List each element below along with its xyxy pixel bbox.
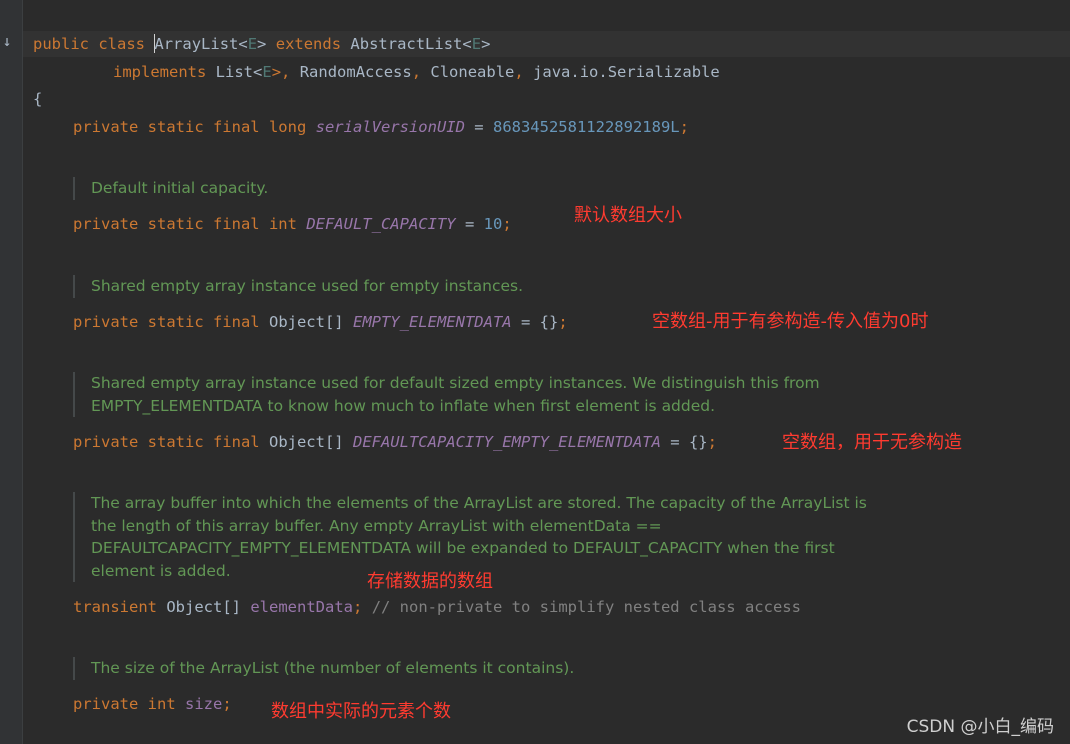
field-modifiers: private static final long — [73, 118, 307, 136]
comma: , — [411, 63, 422, 81]
javadoc-line: The size of the ArrayList (the number of… — [91, 659, 575, 677]
initializer: {} — [688, 433, 708, 451]
annotation-empty-elementdata: 空数组-用于有参构造-传入值为0时 — [652, 311, 929, 332]
javadoc-line: Shared empty array instance used for emp… — [91, 277, 524, 295]
annotation-default-capacity: 默认数组大小 — [574, 205, 682, 226]
field-modifier-transient: transient — [73, 598, 157, 616]
empty-elementdata-line[interactable]: private static final Object[] EMPTY_ELEM… — [73, 310, 568, 334]
interface-list: List — [215, 63, 253, 81]
annotation-defaultcapacity-empty: 空数组，用于无参构造 — [782, 432, 962, 453]
angle-open: < — [462, 35, 472, 53]
assign-operator: = — [464, 215, 475, 233]
interface-cloneable: Cloneable — [430, 63, 515, 81]
keyword-extends: extends — [275, 35, 342, 53]
semicolon: ; — [222, 695, 232, 713]
element-data-line[interactable]: transient Object[] elementData; // non-p… — [73, 595, 801, 619]
serial-version-uid-line[interactable]: private static final long serialVersionU… — [73, 115, 689, 139]
angle-open: < — [253, 63, 263, 81]
field-name: serialVersionUID — [315, 118, 465, 136]
keyword-implements: implements — [113, 63, 207, 81]
field-modifiers: private int — [73, 695, 176, 713]
field-modifiers: private static final int — [73, 215, 297, 233]
superclass-name: AbstractList — [350, 35, 463, 53]
type-param: E — [471, 35, 482, 53]
open-brace-line[interactable]: { — [33, 87, 42, 111]
interface-serializable: java.io.Serializable — [533, 63, 720, 81]
semicolon: ; — [707, 433, 717, 451]
angle-close: > — [481, 35, 491, 53]
javadoc-line: Default initial capacity. — [91, 179, 269, 197]
assign-operator: = — [670, 433, 680, 451]
semicolon: ; — [679, 118, 689, 136]
annotation-size: 数组中实际的元素个数 — [271, 701, 451, 722]
javadoc-size[interactable]: The size of the ArrayList (the number of… — [73, 657, 574, 680]
field-type: Object[] — [166, 598, 241, 616]
csdn-watermark: CSDN @小白_编码 — [906, 717, 1054, 737]
field-name: size — [185, 695, 223, 713]
semicolon: ; — [353, 598, 363, 616]
class-declaration-line[interactable]: public class ArrayList<E> extends Abstra… — [33, 32, 490, 56]
assign-operator: = — [520, 313, 531, 331]
annotation-element-data: 存储数据的数组 — [367, 571, 493, 592]
class-name-first-char: A — [154, 35, 164, 53]
semicolon: ; — [558, 313, 568, 331]
class-name-rest: rrayList — [163, 35, 239, 53]
keyword-class: class — [98, 35, 146, 53]
implements-line[interactable]: implements List<E>, RandomAccess, Clonea… — [113, 60, 720, 84]
comma: , — [514, 63, 524, 81]
field-modifiers: private static final — [73, 433, 260, 451]
angle-open: < — [238, 35, 248, 53]
type-param: E — [247, 35, 258, 53]
initializer: {} — [539, 313, 559, 331]
field-name: DEFAULT_CAPACITY — [306, 215, 456, 233]
angle-close-comma: >, — [271, 63, 291, 81]
javadoc-default-capacity[interactable]: Default initial capacity. — [73, 177, 268, 200]
field-name: DEFAULTCAPACITY_EMPTY_ELEMENTDATA — [352, 433, 661, 451]
editor-gutter — [0, 0, 23, 744]
keyword-public: public — [33, 35, 89, 53]
javadoc-line: EMPTY_ELEMENTDATA to know how much to in… — [91, 396, 716, 415]
javadoc-element-data[interactable]: The array buffer into which the elements… — [73, 492, 867, 582]
line-comment: // non-private to simplify nested class … — [371, 598, 801, 616]
field-modifiers: private static final — [73, 313, 260, 331]
field-name: elementData — [250, 598, 353, 616]
javadoc-line: Shared empty array instance used for def… — [91, 374, 820, 392]
javadoc-line: The array buffer into which the elements… — [91, 494, 867, 512]
field-type: Object[] — [268, 433, 344, 451]
javadoc-line: the length of this array buffer. Any emp… — [91, 516, 662, 535]
field-name: EMPTY_ELEMENTDATA — [352, 313, 512, 331]
default-capacity-line[interactable]: private static final int DEFAULT_CAPACIT… — [73, 212, 512, 236]
assign-operator: = — [474, 118, 484, 136]
semicolon: ; — [502, 215, 512, 233]
size-line[interactable]: private int size; — [73, 692, 232, 716]
javadoc-line: DEFAULTCAPACITY_EMPTY_ELEMENTDATA will b… — [91, 539, 835, 557]
interface-random-access: RandomAccess — [299, 63, 412, 81]
open-brace: { — [33, 90, 43, 108]
type-param: E — [262, 63, 272, 81]
defaultcapacity-empty-line[interactable]: private static final Object[] DEFAULTCAP… — [73, 430, 717, 454]
javadoc-empty-elementdata[interactable]: Shared empty array instance used for emp… — [73, 275, 523, 298]
numeric-literal: 8683452581122892189L — [492, 118, 680, 136]
javadoc-defaultcapacity-empty[interactable]: Shared empty array instance used for def… — [73, 372, 820, 417]
angle-close: > — [257, 35, 267, 53]
field-type: Object[] — [268, 313, 344, 331]
implementation-down-arrow-icon[interactable]: ↓ — [0, 32, 14, 50]
numeric-literal: 10 — [483, 215, 503, 233]
